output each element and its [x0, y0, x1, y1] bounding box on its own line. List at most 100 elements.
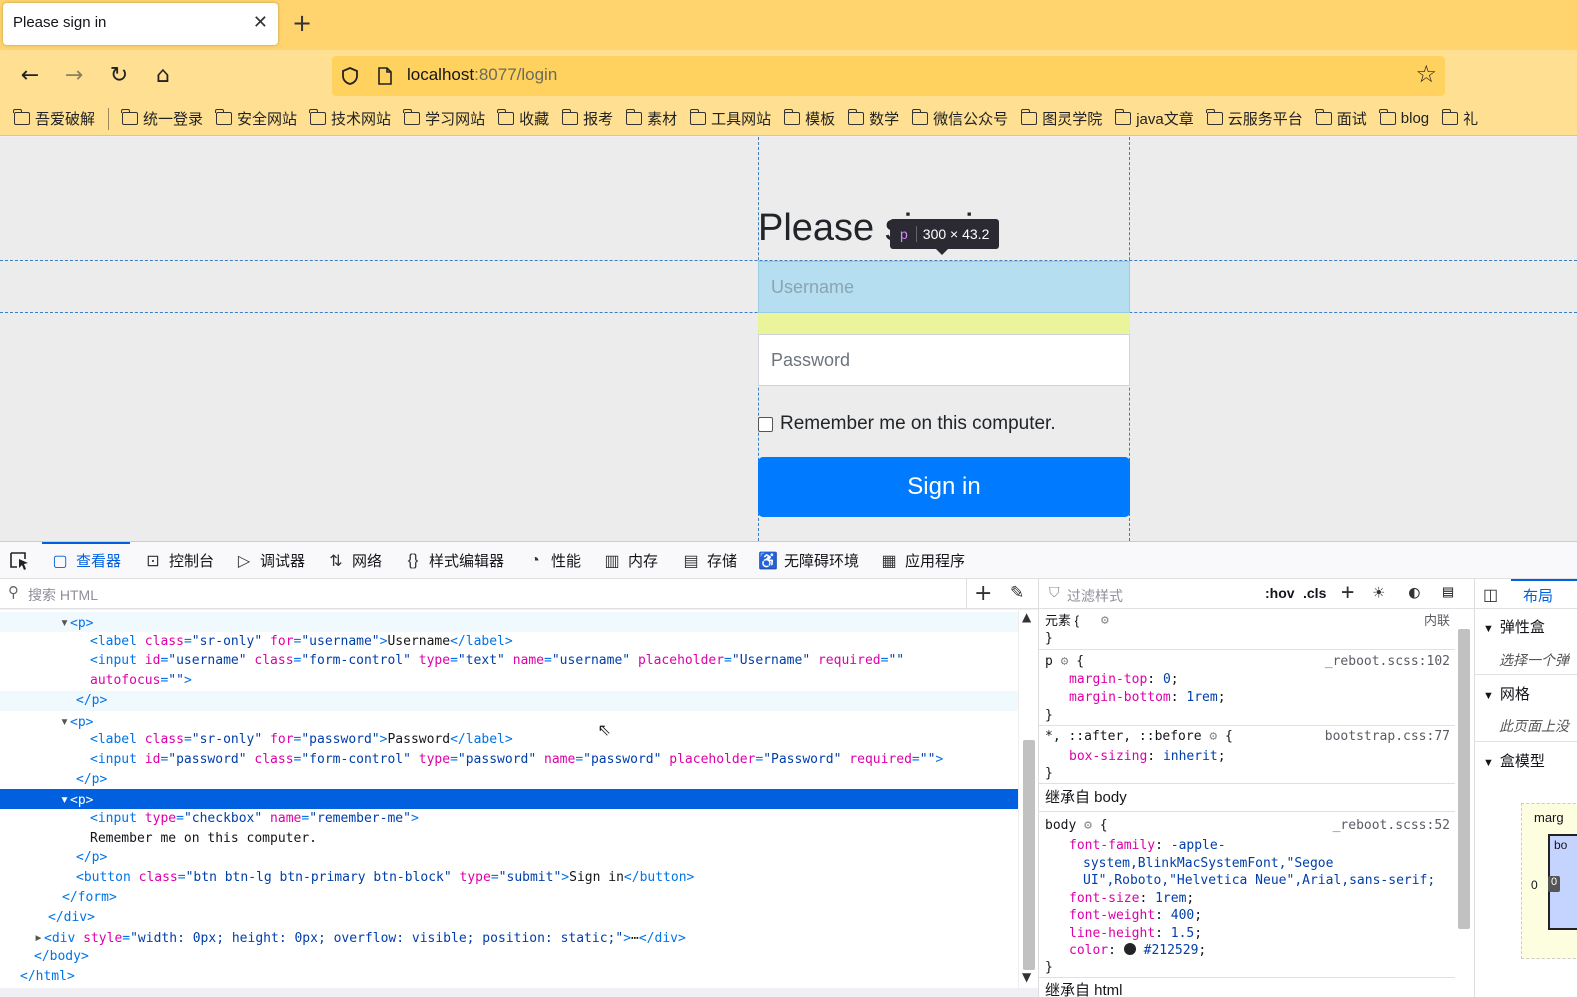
gear-icon[interactable]: ⚙: [1209, 729, 1217, 744]
dark-scheme-icon[interactable]: ◐: [1409, 582, 1420, 603]
bookmark-item[interactable]: 素材: [625, 108, 677, 129]
bookmark-item[interactable]: java文章: [1114, 108, 1194, 129]
box-model-section[interactable]: ▼ 盒模型: [1483, 750, 1545, 771]
add-rule-icon[interactable]: +: [1341, 580, 1354, 605]
collapse-icon[interactable]: ▾: [60, 612, 70, 632]
bookmark-item[interactable]: 技术网站: [309, 108, 391, 129]
tree-node[interactable]: </body>: [0, 947, 1018, 967]
tab-debugger[interactable]: ▷ 调试器: [234, 542, 305, 579]
tab-accessibility[interactable]: ♿ 无障碍环境: [758, 542, 859, 579]
tree-node[interactable]: ▸<div style="width: 0px; height: 0px; ov…: [0, 927, 1018, 947]
tree-node[interactable]: <label class="sr-only" for="password">Pa…: [0, 730, 1018, 750]
new-tab-icon[interactable]: +: [292, 9, 312, 37]
bookmark-item[interactable]: blog: [1379, 109, 1429, 127]
close-tab-icon[interactable]: ✕: [253, 12, 268, 33]
gear-icon[interactable]: ⚙: [1101, 612, 1109, 629]
tree-node[interactable]: </p>: [0, 770, 1018, 790]
remember-me-checkbox[interactable]: [758, 417, 773, 432]
css-declaration[interactable]: margin-top: 0;: [1069, 671, 1179, 688]
css-declaration[interactable]: font-size: 1rem;: [1069, 890, 1194, 907]
css-declaration[interactable]: font-weight: 400;: [1069, 907, 1202, 924]
collapse-icon[interactable]: ▾: [60, 711, 70, 731]
bookmark-item[interactable]: 工具网站: [689, 108, 771, 129]
grid-section[interactable]: ▼ 网格: [1483, 683, 1530, 704]
expand-icon[interactable]: ▸: [34, 927, 44, 947]
tree-node[interactable]: ▾<p>: [0, 612, 1018, 632]
rules-scrollbar[interactable]: [1455, 609, 1473, 997]
bookmark-item[interactable]: 礼: [1441, 108, 1478, 129]
shield-icon[interactable]: [340, 66, 360, 86]
hov-toggle[interactable]: :hov: [1265, 585, 1295, 601]
css-declaration[interactable]: font-family: -apple-: [1069, 837, 1226, 854]
search-input[interactable]: 搜索 HTML: [28, 585, 98, 605]
light-scheme-icon[interactable]: ☀: [1373, 582, 1384, 604]
bookmark-item[interactable]: 图灵学院: [1020, 108, 1102, 129]
tab-network[interactable]: ⇅ 网络: [326, 542, 382, 579]
tree-node[interactable]: </html>: [0, 967, 1018, 987]
bookmark-item[interactable]: 安全网站: [215, 108, 297, 129]
css-declaration[interactable]: line-height: 1.5;: [1069, 925, 1202, 942]
color-swatch[interactable]: [1123, 943, 1136, 955]
back-icon[interactable]: ←: [16, 62, 44, 90]
tree-node[interactable]: Remember me on this computer.: [0, 829, 1018, 849]
margin-left-value[interactable]: 0: [1531, 878, 1538, 892]
tree-node[interactable]: </form>: [0, 888, 1018, 908]
browser-tab[interactable]: Please sign in ✕: [3, 3, 278, 45]
tree-node[interactable]: <button class="btn btn-lg btn-primary bt…: [0, 868, 1018, 888]
filter-styles-input[interactable]: 过滤样式: [1067, 586, 1123, 606]
password-field[interactable]: Password: [758, 334, 1130, 386]
star-source-link[interactable]: bootstrap.css:77: [1325, 728, 1450, 745]
bookmark-item[interactable]: 数学: [847, 108, 899, 129]
css-declaration[interactable]: color: #212529;: [1069, 942, 1206, 959]
tree-node[interactable]: <input type="checkbox" name="remember-me…: [0, 809, 1018, 829]
bookmark-item[interactable]: 面试: [1315, 108, 1367, 129]
html-search-bar[interactable]: ⚲ 搜索 HTML + ✎: [0, 579, 1038, 609]
scroll-thumb[interactable]: [1023, 740, 1035, 970]
tree-node[interactable]: </p>: [0, 848, 1018, 868]
cls-toggle[interactable]: .cls: [1303, 585, 1326, 601]
tab-application[interactable]: ▦ 应用程序: [879, 542, 965, 579]
tree-scrollbar[interactable]: ▲ ▼: [1018, 610, 1038, 988]
bookmark-item[interactable]: 学习网站: [403, 108, 485, 129]
p-source-link[interactable]: _reboot.scss:102: [1325, 653, 1450, 670]
sidebar-toggle-icon[interactable]: ◫: [1483, 585, 1498, 605]
bookmark-item[interactable]: 吾爱破解: [13, 108, 95, 129]
element-picker-icon[interactable]: [9, 551, 31, 571]
bookmark-item[interactable]: 云服务平台: [1206, 108, 1303, 129]
scroll-thumb[interactable]: [1458, 629, 1470, 929]
sign-in-button[interactable]: Sign in: [758, 457, 1130, 517]
add-node-icon[interactable]: +: [974, 581, 992, 606]
bookmark-item[interactable]: 微信公众号: [911, 108, 1008, 129]
tree-node[interactable]: <input id="password" class="form-control…: [0, 750, 1018, 770]
gear-icon[interactable]: ⚙: [1084, 818, 1092, 833]
body-source-link[interactable]: _reboot.scss:52: [1333, 817, 1450, 834]
tree-node[interactable]: ▾<p>: [0, 711, 1018, 731]
page-icon[interactable]: [376, 66, 394, 86]
collapse-icon[interactable]: ▾: [60, 789, 70, 809]
css-declaration[interactable]: margin-bottom: 1rem;: [1069, 689, 1226, 706]
tab-style-editor[interactable]: {} 样式编辑器: [403, 542, 504, 579]
tab-layout[interactable]: 布局: [1523, 585, 1553, 606]
bookmark-item[interactable]: 统一登录: [121, 108, 203, 129]
tab-inspector[interactable]: ▢ 查看器: [50, 542, 121, 579]
scroll-up-icon[interactable]: ▲: [1022, 610, 1031, 624]
tab-memory[interactable]: ▥ 内存: [602, 542, 658, 579]
tree-node[interactable]: <input id="username" class="form-control…: [0, 651, 1018, 671]
home-icon[interactable]: ⌂: [149, 62, 177, 90]
bookmark-item[interactable]: 模板: [783, 108, 835, 129]
bookmark-item[interactable]: 报考: [561, 108, 613, 129]
css-declaration[interactable]: box-sizing: inherit;: [1069, 748, 1226, 765]
url-bar[interactable]: localhost:8077/login ☆: [332, 56, 1445, 96]
url-text[interactable]: localhost:8077/login: [407, 65, 557, 85]
tab-console[interactable]: ⊡ 控制台: [143, 542, 214, 579]
gear-icon[interactable]: ⚙: [1061, 654, 1069, 669]
tree-node[interactable]: </p>: [0, 690, 1018, 711]
tree-node[interactable]: <label class="sr-only" for="username">Us…: [0, 632, 1018, 652]
print-media-icon[interactable]: ▤: [1443, 582, 1453, 602]
tab-performance[interactable]: ◔ 性能: [525, 542, 581, 579]
border-left-value[interactable]: 0: [1548, 876, 1560, 892]
bookmark-star-icon[interactable]: ☆: [1415, 60, 1437, 88]
tree-node[interactable]: </div>: [0, 908, 1018, 928]
bookmark-item[interactable]: 收藏: [497, 108, 549, 129]
tab-storage[interactable]: ▤ 存储: [681, 542, 737, 579]
